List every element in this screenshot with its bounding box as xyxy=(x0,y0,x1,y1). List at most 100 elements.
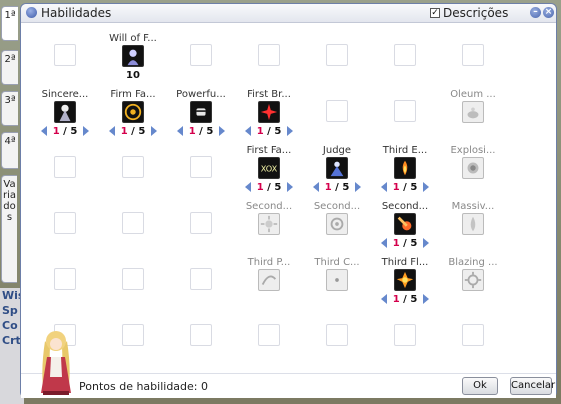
skill-name: Third Fl... xyxy=(381,257,429,268)
tab-label: 3ª xyxy=(4,95,16,106)
praying-figure-icon[interactable] xyxy=(122,45,144,67)
skill-name: Third E... xyxy=(382,145,428,156)
increase-level-arrow-icon[interactable] xyxy=(423,238,430,248)
fist-icon[interactable] xyxy=(190,101,212,123)
flame-pillar-icon xyxy=(462,213,484,235)
flame-burst-icon[interactable] xyxy=(394,269,416,291)
skill-sincere[interactable]: Sincere... 1 / 5 xyxy=(31,86,99,152)
increase-level-arrow-icon[interactable] xyxy=(83,126,90,136)
skill-name: Second... xyxy=(313,201,361,212)
skill-level-stepper: 1 / 5 xyxy=(235,126,303,137)
current-level: 1 xyxy=(256,182,264,193)
sun-emblem-icon[interactable] xyxy=(122,101,144,123)
skill-level-stepper: 1 / 5 xyxy=(371,182,439,193)
tab-label: 2ª xyxy=(4,54,16,65)
window-badge-icon xyxy=(26,7,37,18)
skill-name: Powerfu... xyxy=(176,89,226,100)
skill-name: Will of F... xyxy=(109,33,157,44)
descriptions-label[interactable]: Descrições xyxy=(443,6,508,20)
skill-thirdc: Third C... xyxy=(303,254,371,320)
empty-slot-frame xyxy=(462,44,484,66)
ok-button[interactable]: Ok xyxy=(462,377,498,395)
arc-swipe-icon xyxy=(258,269,280,291)
decrease-level-arrow-icon[interactable] xyxy=(244,126,251,136)
circle-swirl-icon xyxy=(326,213,348,235)
max-level: 5 xyxy=(274,126,282,137)
decrease-level-arrow-icon[interactable] xyxy=(108,126,115,136)
blue-judge-figure-icon[interactable] xyxy=(326,157,348,179)
skill-name: Second... xyxy=(245,201,293,212)
skill-points-label: Pontos de habilidade: 0 xyxy=(79,380,208,393)
oil-lamp-icon xyxy=(462,101,484,123)
empty-skill-slot xyxy=(371,312,439,378)
max-level: 5 xyxy=(70,126,78,137)
skill-name: Oleum ... xyxy=(450,89,496,100)
empty-slot-frame xyxy=(462,324,484,346)
decrease-level-arrow-icon[interactable] xyxy=(380,294,387,304)
skill-name: Judge xyxy=(322,145,352,156)
minimize-button[interactable]: – xyxy=(530,7,541,18)
fire-comet-icon[interactable] xyxy=(394,213,416,235)
empty-slot-frame xyxy=(54,268,76,290)
max-level: 5 xyxy=(206,126,214,137)
flame-wings-icon[interactable] xyxy=(394,157,416,179)
increase-level-arrow-icon[interactable] xyxy=(355,182,362,192)
tab-variados[interactable]: Variados xyxy=(1,175,17,283)
increase-level-arrow-icon[interactable] xyxy=(151,126,158,136)
decrease-level-arrow-icon[interactable] xyxy=(312,182,319,192)
decrease-level-arrow-icon[interactable] xyxy=(244,182,251,192)
skill-powerfu[interactable]: Powerfu... 1 / 5 xyxy=(167,86,235,152)
dot-burst-icon xyxy=(326,269,348,291)
empty-slot-frame xyxy=(190,212,212,234)
empty-skill-slot xyxy=(439,312,507,378)
empty-slot-frame xyxy=(190,268,212,290)
decrease-level-arrow-icon[interactable] xyxy=(40,126,47,136)
window-titlebar[interactable]: Habilidades ✓ Descrições – × xyxy=(21,4,556,23)
current-level: 1 xyxy=(392,294,400,305)
character-sprite-icon xyxy=(41,331,71,395)
increase-level-arrow-icon[interactable] xyxy=(423,294,430,304)
max-level: 5 xyxy=(342,182,350,193)
empty-slot-frame xyxy=(122,268,144,290)
red-star-burst-icon[interactable] xyxy=(258,101,280,123)
empty-skill-slot xyxy=(167,312,235,378)
empty-slot-frame xyxy=(190,324,212,346)
empty-slot-frame xyxy=(394,324,416,346)
increase-level-arrow-icon[interactable] xyxy=(423,182,430,192)
xox-rune-icon[interactable]: XOX xyxy=(258,157,280,179)
empty-slot-frame xyxy=(122,324,144,346)
skill-thirdfl[interactable]: Third Fl... 1 / 5 xyxy=(371,254,439,320)
empty-slot-frame xyxy=(326,324,348,346)
max-level: 5 xyxy=(410,182,418,193)
skill-firmfa[interactable]: Firm Fa... 1 / 5 xyxy=(99,86,167,152)
tab-label: Variados xyxy=(2,179,17,223)
skill-level-stepper: 1 / 5 xyxy=(235,182,303,193)
increase-level-arrow-icon[interactable] xyxy=(287,126,294,136)
skills-window: Habilidades ✓ Descrições – × Will of F..… xyxy=(20,3,557,398)
close-button[interactable]: × xyxy=(543,7,554,18)
robed-figure-icon[interactable] xyxy=(54,101,76,123)
empty-slot-frame xyxy=(54,156,76,178)
current-level: 1 xyxy=(324,182,332,193)
tab-class-2[interactable]: 2ª xyxy=(1,50,18,85)
empty-slot-frame xyxy=(190,44,212,66)
tab-class-3[interactable]: 3ª xyxy=(1,91,18,126)
skill-level-stepper: 1 / 5 xyxy=(303,182,371,193)
cancel-button[interactable]: Cancelar xyxy=(510,377,555,395)
increase-level-arrow-icon[interactable] xyxy=(219,126,226,136)
skill-name: Third P... xyxy=(247,257,291,268)
decrease-level-arrow-icon[interactable] xyxy=(380,238,387,248)
empty-skill-slot xyxy=(235,312,303,378)
empty-skill-slot xyxy=(99,312,167,378)
decrease-level-arrow-icon[interactable] xyxy=(380,182,387,192)
max-level: 5 xyxy=(410,294,418,305)
blazing-sun-icon xyxy=(462,269,484,291)
decrease-level-arrow-icon[interactable] xyxy=(176,126,183,136)
skill-level-stepper: 1 / 5 xyxy=(167,126,235,137)
tab-class-4[interactable]: 4ª xyxy=(1,132,18,169)
increase-level-arrow-icon[interactable] xyxy=(287,182,294,192)
skill-name: Firm Fa... xyxy=(110,89,156,100)
empty-slot-frame xyxy=(122,212,144,234)
descriptions-checkbox[interactable]: ✓ xyxy=(430,8,440,18)
tab-class-1[interactable]: 1ª xyxy=(1,6,18,41)
